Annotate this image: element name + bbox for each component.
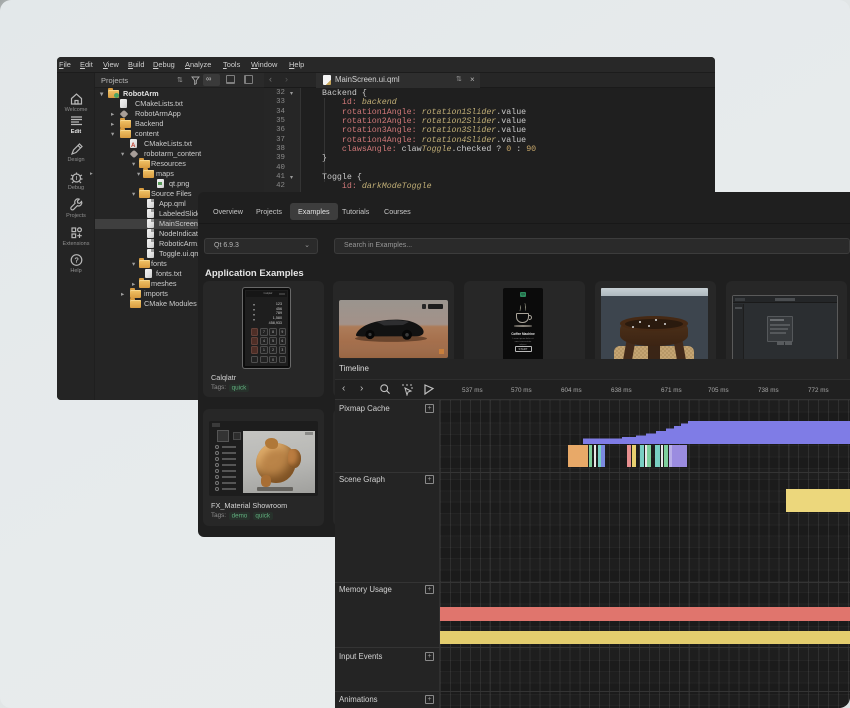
svg-text:?: ? — [74, 257, 78, 264]
